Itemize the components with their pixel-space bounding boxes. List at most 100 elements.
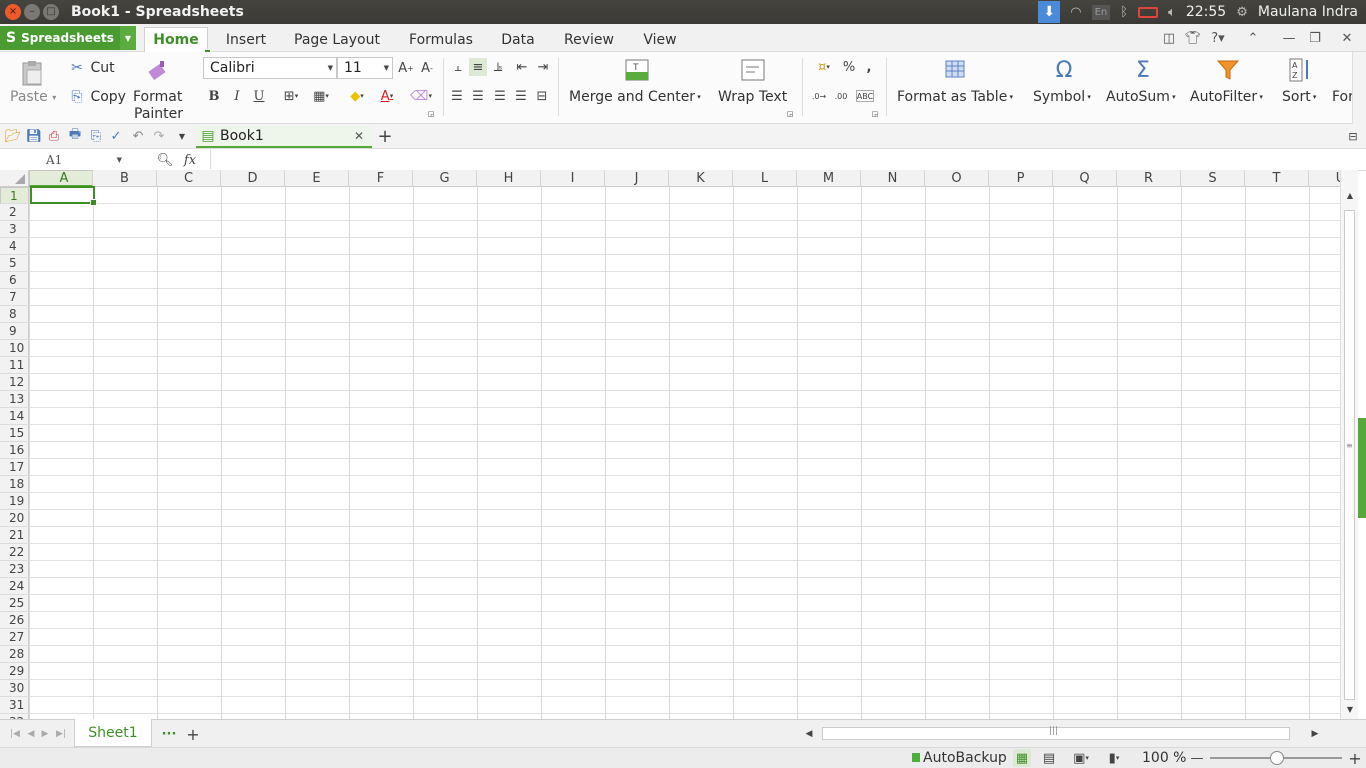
column-header[interactable]: I xyxy=(541,170,605,187)
justify-icon[interactable]: ☰ xyxy=(512,87,530,105)
row-header[interactable]: 31 xyxy=(0,697,29,714)
save-icon[interactable]: 💾︎ xyxy=(25,127,43,145)
align-middle-icon[interactable]: ≡ xyxy=(469,58,487,76)
italic-button[interactable]: I xyxy=(228,87,246,105)
tab-review[interactable]: Review xyxy=(556,28,622,52)
column-header[interactable]: S xyxy=(1181,170,1245,187)
text-format-icon[interactable]: ABC xyxy=(856,90,874,102)
symbol-omega-icon[interactable]: Ω xyxy=(1052,58,1076,83)
redo-icon[interactable]: ↷ xyxy=(150,127,168,145)
add-sheet-icon[interactable]: + xyxy=(184,725,202,744)
formula-input[interactable] xyxy=(210,150,1360,169)
column-header[interactable]: O xyxy=(925,170,989,187)
row-header[interactable]: 21 xyxy=(0,527,29,544)
row-header[interactable]: 8 xyxy=(0,306,29,323)
scroll-up-icon[interactable]: ▲ xyxy=(1341,186,1359,204)
zoom-in-icon[interactable]: + xyxy=(1346,749,1364,768)
row-header[interactable]: 26 xyxy=(0,612,29,629)
print-preview-icon[interactable]: ⎘ xyxy=(87,127,105,145)
tab-list-icon[interactable]: ⊟ xyxy=(1344,127,1362,145)
align-bottom-icon[interactable]: ⫡ xyxy=(489,58,507,76)
zoom-slider-thumb[interactable] xyxy=(1270,751,1284,765)
column-header[interactable]: K xyxy=(669,170,733,187)
tab-page-layout[interactable]: Page Layout xyxy=(286,28,388,52)
function-fx-icon[interactable]: fx xyxy=(180,151,200,169)
restore-icon[interactable]: ❐ xyxy=(1306,28,1324,48)
zoom-out-icon[interactable]: — xyxy=(1188,749,1206,767)
row-header[interactable]: 6 xyxy=(0,272,29,289)
autofilter-button[interactable]: AutoFilter ▾ xyxy=(1190,88,1263,106)
user-name[interactable]: Maulana Indra xyxy=(1258,4,1358,20)
vertical-scrollbar[interactable]: ▲ ≡ ▼ xyxy=(1340,170,1358,719)
column-header[interactable]: N xyxy=(861,170,925,187)
column-header[interactable]: J xyxy=(605,170,669,187)
row-header[interactable]: 9 xyxy=(0,323,29,340)
comma-button[interactable]: , xyxy=(860,58,878,76)
bold-button[interactable]: B xyxy=(205,87,223,105)
sort-button[interactable]: Sort ▾ xyxy=(1282,88,1316,106)
format-button[interactable]: For xyxy=(1332,88,1352,106)
last-sheet-icon[interactable]: ▶| xyxy=(52,725,70,743)
shirt-icon[interactable]: 👕︎ xyxy=(1184,28,1202,48)
close-window-icon[interactable]: × xyxy=(5,4,21,20)
decrease-font-icon[interactable]: A- xyxy=(418,59,436,77)
column-header[interactable]: H xyxy=(477,170,541,187)
increase-indent-icon[interactable]: ⇥ xyxy=(534,58,552,76)
row-header[interactable]: 3 xyxy=(0,221,29,238)
minimize-icon[interactable]: — xyxy=(1280,28,1298,48)
row-header[interactable]: 23 xyxy=(0,561,29,578)
scroll-left-icon[interactable]: ◀ xyxy=(800,725,818,743)
column-header[interactable]: G xyxy=(413,170,477,187)
align-top-icon[interactable]: ⫠ xyxy=(449,58,467,76)
font-size-select[interactable]: 11 ▼ xyxy=(337,57,393,79)
row-header[interactable]: 1 xyxy=(0,187,29,204)
column-header[interactable]: M xyxy=(797,170,861,187)
format-painter-label-1[interactable]: Format xyxy=(133,88,182,106)
volume-icon[interactable]: 🔈︎ xyxy=(1168,5,1176,20)
autosum-sigma-icon[interactable]: Σ xyxy=(1131,58,1155,83)
horizontal-scroll-thumb[interactable]: ||| xyxy=(822,726,1290,740)
paste-button[interactable]: Paste ▾ xyxy=(10,88,56,106)
tab-data[interactable]: Data xyxy=(496,28,540,52)
percent-button[interactable]: % xyxy=(840,58,858,76)
print-icon[interactable]: 🖶︎ xyxy=(66,127,84,145)
sort-icon[interactable]: AZ xyxy=(1288,58,1312,82)
column-header[interactable]: A xyxy=(29,170,93,187)
document-tab-book1[interactable]: ▤ Book1 ✕ xyxy=(196,126,372,148)
column-header[interactable]: T xyxy=(1245,170,1309,187)
decrease-indent-icon[interactable]: ⇤ xyxy=(513,58,531,76)
align-center-icon[interactable]: ☰ xyxy=(469,87,487,105)
wrap-text-icon[interactable] xyxy=(741,58,765,82)
font-color-icon[interactable]: A ▾ xyxy=(373,87,401,105)
active-cell-a1[interactable] xyxy=(30,186,97,206)
row-header[interactable]: 4 xyxy=(0,238,29,255)
reading-layout-icon[interactable]: ▣ ▾ xyxy=(1067,749,1095,767)
decrease-decimal-icon[interactable]: .00 xyxy=(832,87,850,105)
undo-icon[interactable]: ↶ xyxy=(129,127,147,145)
tab-view[interactable]: View xyxy=(636,28,684,52)
row-header[interactable]: 7 xyxy=(0,289,29,306)
battery-icon[interactable] xyxy=(1138,6,1159,18)
copy-button[interactable]: ⎘ Copy xyxy=(68,87,126,107)
row-header[interactable]: 17 xyxy=(0,459,29,476)
row-header[interactable]: 16 xyxy=(0,442,29,459)
eye-protection-icon[interactable]: ▮ ▾ xyxy=(1100,749,1128,767)
clock[interactable]: 22:55 xyxy=(1186,4,1226,20)
keyboard-layout[interactable]: En xyxy=(1091,4,1111,20)
row-header[interactable]: 13 xyxy=(0,391,29,408)
column-header[interactable]: R xyxy=(1117,170,1181,187)
row-header[interactable]: 2 xyxy=(0,204,29,221)
borders-icon[interactable]: ⊞ ▾ xyxy=(278,87,304,105)
column-header[interactable]: D xyxy=(221,170,285,187)
row-header[interactable]: 27 xyxy=(0,629,29,646)
clear-format-icon[interactable]: ⌫ ▾ xyxy=(408,87,434,105)
row-header[interactable]: 5 xyxy=(0,255,29,272)
page-break-view-icon[interactable]: ▤ xyxy=(1040,749,1058,767)
ribbon-scroll-right[interactable] xyxy=(1352,52,1366,124)
customize-toolbar-icon[interactable]: ▼ xyxy=(173,127,191,145)
column-header[interactable]: B xyxy=(93,170,157,187)
fill-color-icon[interactable]: ◆ ▾ xyxy=(343,87,371,105)
tab-formulas[interactable]: Formulas xyxy=(402,28,480,52)
number-format-icon[interactable]: ¤ ▾ xyxy=(810,58,838,76)
collapse-ribbon-icon[interactable]: ⌃ xyxy=(1244,28,1262,48)
